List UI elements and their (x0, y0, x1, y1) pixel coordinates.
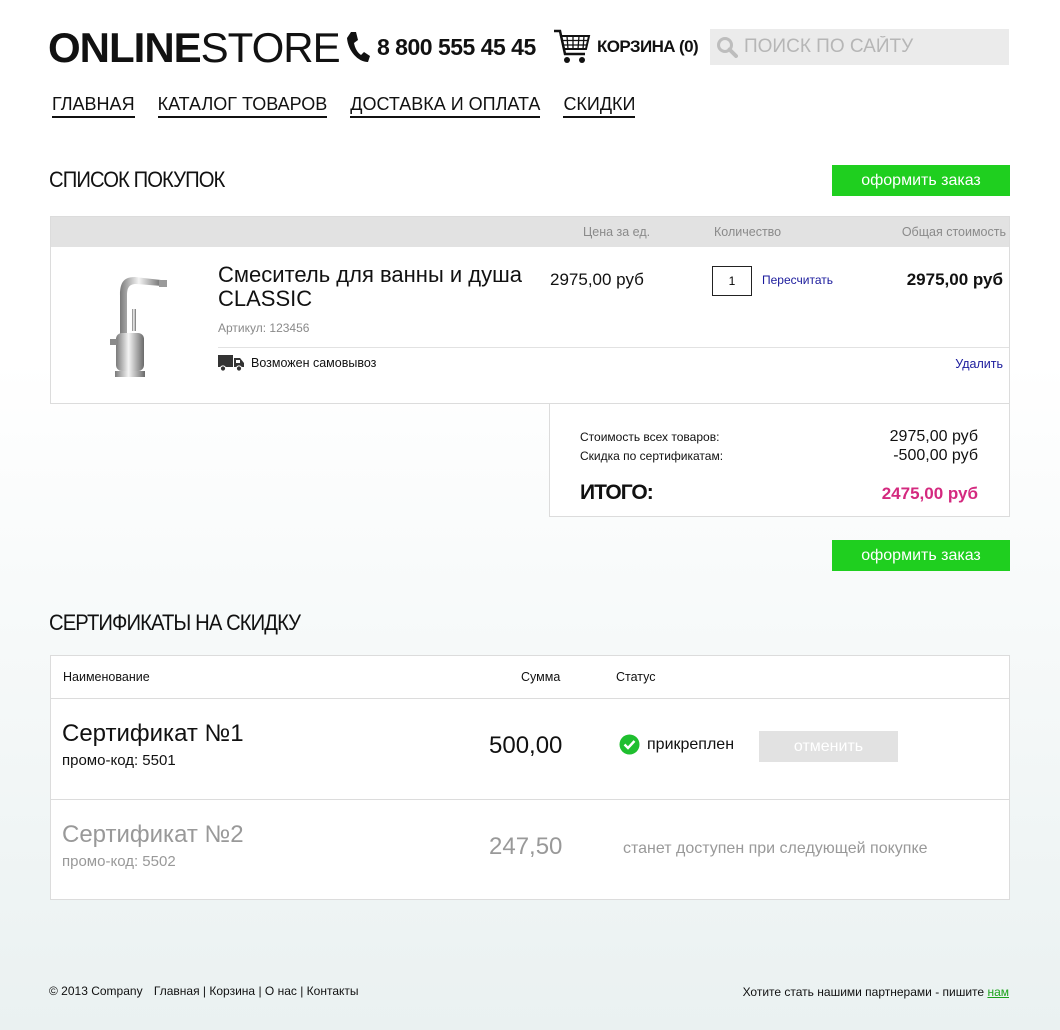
phone-number: 8 800 555 45 45 (377, 33, 536, 60)
search-icon (717, 37, 738, 58)
col-cert-sum: Сумма (521, 670, 561, 684)
certificates-title: СЕРТИФИКАТЫ НА СКИДКУ (49, 610, 301, 635)
footer-right: Хотите стать нашими партнерами - пишите … (743, 985, 1009, 999)
delete-link[interactable]: Удалить (955, 357, 1003, 371)
certificates-header: Наименование Сумма Статус (51, 656, 1009, 699)
phone-icon (347, 32, 370, 62)
row-divider (218, 347, 1009, 348)
main-nav: ГЛАВНАЯ КАТАЛОГ ТОВАРОВ ДОСТАВКА И ОПЛАТ… (52, 94, 636, 118)
cancel-button[interactable]: отменить (759, 731, 898, 762)
logo-light: STORE (200, 24, 341, 71)
summary-discount-label: Скидка по сертификатам: (580, 449, 724, 463)
certificate-row: Сертификат №2 промо-код: 5502 247,50 ста… (51, 799, 1009, 899)
cart-table: Цена за ед. Количество Общая стоимость С… (50, 216, 1010, 404)
search-input[interactable] (744, 36, 994, 58)
summary-goods-row: Стоимость всех товаров: 2975,00 руб (580, 428, 978, 446)
col-total: Общая стоимость (901, 225, 1006, 239)
recalc-link[interactable]: Пересчитать (762, 273, 833, 287)
footer-link-contacts[interactable]: Контакты (307, 984, 359, 998)
summary-goods-label: Стоимость всех товаров: (580, 430, 720, 444)
product-name[interactable]: Смеситель для ванны и душа CLASSIC (218, 263, 528, 311)
certificate-code: промо-код: 5501 (62, 752, 176, 769)
certificate-status-label: прикреплен (647, 735, 735, 753)
nav-item-home[interactable]: ГЛАВНАЯ (52, 94, 135, 118)
footer-left: © 2013 Company Главная | Корзина | О нас… (49, 984, 359, 998)
summary-total-row: ИТОГО: 2475,00 руб (580, 481, 978, 505)
nav-item-discounts[interactable]: СКИДКИ (563, 94, 636, 118)
footer-links: Главная | Корзина | О нас | Контакты (153, 984, 359, 998)
footer-link-cart[interactable]: Корзина (209, 984, 255, 998)
product-total: 2975,00 руб (906, 270, 1003, 289)
phone-block: 8 800 555 45 45 (345, 30, 536, 64)
truck-icon (218, 355, 244, 372)
check-icon (619, 734, 640, 755)
copyright: © 2013 Company (49, 984, 143, 998)
footer-link-home[interactable]: Главная (154, 984, 200, 998)
col-cert-name: Наименование (63, 670, 150, 684)
logo[interactable]: ONLINESTORE (48, 24, 341, 71)
order-summary: Стоимость всех товаров: 2975,00 руб Скид… (549, 404, 1010, 517)
col-cert-status: Статус (616, 670, 656, 684)
certificate-sum: 500,00 (489, 732, 563, 759)
logo-bold: ONLINE (48, 24, 202, 71)
certificate-status: прикреплен (619, 734, 734, 755)
col-qty: Количество (714, 225, 782, 239)
summary-total-value: 2475,00 руб (881, 484, 978, 503)
nav-item-catalog[interactable]: КАТАЛОГ ТОВАРОВ (157, 94, 328, 118)
col-price: Цена за ед. (583, 225, 651, 239)
footer-link-about[interactable]: О нас (265, 984, 297, 998)
order-button-bottom[interactable]: оформить заказ (832, 540, 1010, 571)
cart-table-header: Цена за ед. Количество Общая стоимость (51, 217, 1009, 247)
cart-label: КОРЗИНА (0) (597, 37, 699, 56)
nav-item-delivery[interactable]: ДОСТАВКА И ОПЛАТА (350, 94, 541, 118)
partner-link[interactable]: нам (987, 985, 1009, 999)
cart-link[interactable]: КОРЗИНА (0) (553, 27, 699, 67)
certificate-name: Сертификат №1 (62, 720, 244, 747)
pickup-label: Возможен самовывоз (251, 356, 377, 370)
certificate-sum: 247,50 (489, 833, 563, 860)
summary-discount-value: -500,00 руб (893, 447, 978, 464)
certificates-table: Наименование Сумма Статус Сертификат №1 … (50, 655, 1010, 900)
certificate-status-note: станет доступен при следующей покупке (623, 840, 928, 857)
cart-icon (554, 29, 591, 63)
partner-text: Хотите стать нашими партнерами - пишите (742, 985, 985, 999)
cart-title: СПИСОК ПОКУПОК (49, 167, 225, 192)
certificate-name: Сертификат №2 (62, 821, 244, 848)
certificate-code: промо-код: 5502 (62, 853, 176, 870)
product-price: 2975,00 руб (550, 270, 644, 289)
product-article: Артикул: 123456 (218, 321, 310, 335)
summary-discount-row: Скидка по сертификатам: -500,00 руб (580, 447, 978, 465)
summary-goods-value: 2975,00 руб (889, 428, 978, 445)
certificate-row: Сертификат №1 промо-код: 5501 500,00 при… (51, 699, 1009, 799)
order-button-top[interactable]: оформить заказ (832, 165, 1010, 196)
search-box[interactable] (710, 29, 1009, 65)
quantity-input[interactable] (712, 266, 752, 296)
pickup-info: Возможен самовывоз (218, 354, 376, 372)
product-image[interactable] (101, 267, 181, 387)
summary-total-label: ИТОГО: (580, 481, 654, 504)
